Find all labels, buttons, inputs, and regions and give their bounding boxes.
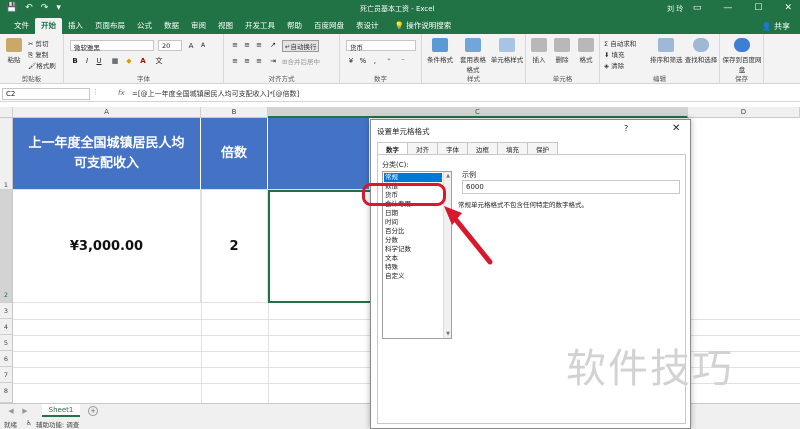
watermark: 软件技巧 <box>566 346 734 392</box>
arrow-shaft <box>449 212 493 265</box>
